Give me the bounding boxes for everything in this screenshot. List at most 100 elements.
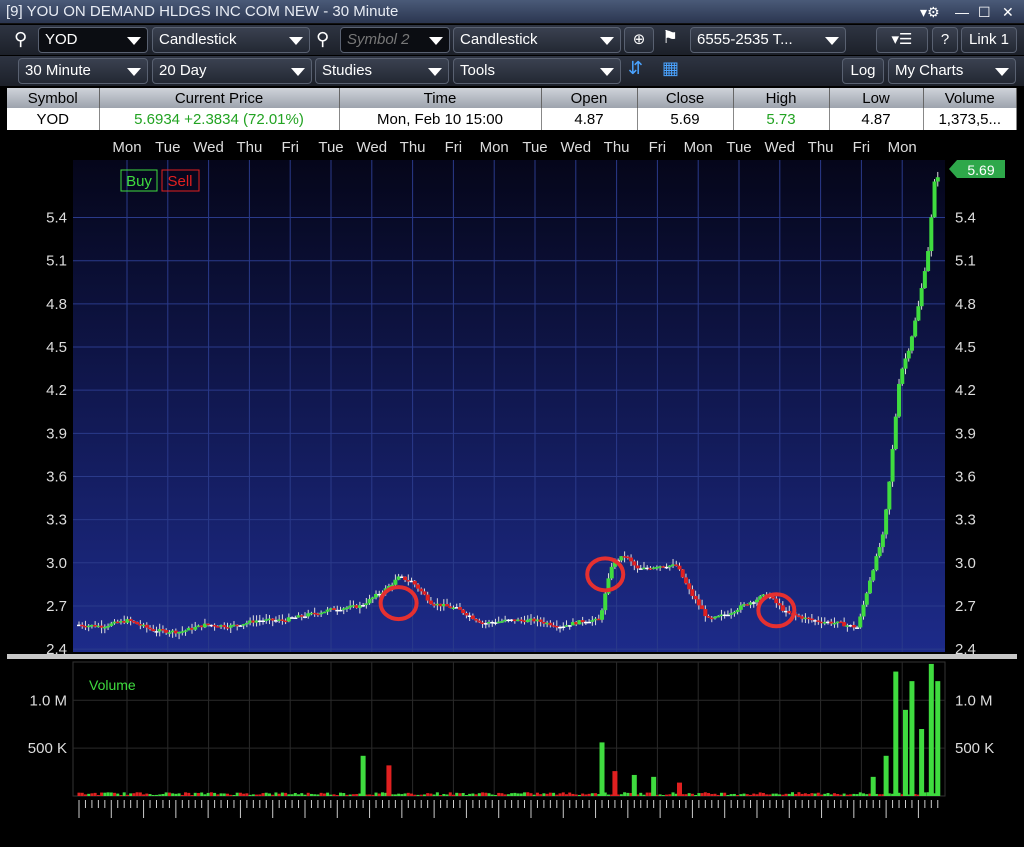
chart-panel[interactable]: Mon Tue Wed Thu Fri Tue Wed Thu Fri Mon Tue Wed Thu F… <box>7 132 1017 847</box>
day-label: Wed <box>357 139 388 156</box>
candle-body <box>880 534 885 548</box>
volume-bar <box>380 792 384 796</box>
interval-select[interactable]: 30 Minute <box>18 58 148 84</box>
log-scale-button[interactable]: Log <box>842 58 884 84</box>
tools-select[interactable]: Tools <box>453 58 621 84</box>
volume-bar <box>232 795 236 796</box>
zoom-icon[interactable]: ⊕ <box>624 27 654 53</box>
chart-svg[interactable]: Mon Tue Wed Thu Fri Tue Wed Thu Fri Mon Tue Wed Thu F… <box>7 132 1017 847</box>
volume-bar <box>100 792 104 796</box>
candle-body <box>771 596 776 599</box>
pane-splitter[interactable] <box>7 654 1017 659</box>
candle-body <box>706 616 711 618</box>
search-icon[interactable]: ⚲ <box>316 29 329 50</box>
header-close: Close <box>637 88 734 108</box>
volume-bar <box>216 794 220 796</box>
symbol2-select[interactable]: Symbol 2 <box>340 27 450 53</box>
volume-bar <box>313 794 317 796</box>
candle-body <box>871 570 876 581</box>
chart-type-select[interactable]: Candlestick <box>152 27 310 53</box>
day-label: Tue <box>522 139 547 156</box>
volume-bar <box>342 793 346 796</box>
volume-bar <box>164 792 168 796</box>
price-tick-label-left: 4.8 <box>46 296 67 313</box>
quote-low: 4.87 <box>829 108 924 130</box>
chevron-down-icon <box>291 68 305 76</box>
volume-bar <box>377 793 381 796</box>
volume-bar <box>526 792 530 796</box>
symbol-select[interactable]: YOD <box>38 27 148 53</box>
volume-bar <box>400 794 404 796</box>
candle-body <box>148 627 153 630</box>
volume-bar <box>842 793 846 796</box>
candle-body <box>370 597 375 599</box>
volume-bar <box>229 794 233 796</box>
studies-select[interactable]: Studies <box>315 58 449 84</box>
volume-bar-spike <box>919 729 925 796</box>
volume-bar <box>697 793 701 796</box>
volume-bar <box>574 794 578 796</box>
volume-bar <box>545 793 549 796</box>
volume-bar <box>645 792 649 796</box>
candle-body <box>293 617 298 620</box>
volume-bar <box>129 793 133 796</box>
volume-bar <box>826 793 830 796</box>
candle-body <box>738 605 743 610</box>
close-icon[interactable]: ✕ <box>1002 3 1014 21</box>
candle-body <box>909 336 914 351</box>
candle-body <box>590 620 595 622</box>
candle-body <box>874 556 879 571</box>
buy-label: Buy <box>126 173 152 190</box>
candle-body <box>913 320 918 337</box>
volume-bar-spike <box>883 755 889 796</box>
volume-bar <box>761 792 765 796</box>
candle-body <box>499 621 504 623</box>
volume-bar <box>203 794 207 796</box>
price-pane[interactable] <box>73 160 945 652</box>
candle-body <box>716 615 721 618</box>
volume-bar <box>539 794 543 796</box>
volume-bar <box>739 794 743 796</box>
header-time: Time <box>339 88 542 108</box>
help-button[interactable]: ? <box>932 27 958 53</box>
volume-bar <box>184 792 188 796</box>
volume-bar <box>771 793 775 796</box>
candle-body <box>680 569 685 578</box>
volume-bar <box>816 792 820 796</box>
vertical-zoom-icon[interactable]: ⇵ <box>628 58 643 79</box>
volume-bar <box>196 793 200 796</box>
candle-body <box>425 594 430 601</box>
range-select[interactable]: 20 Day <box>152 58 312 84</box>
candle-body <box>754 599 759 603</box>
candle-body <box>890 448 895 482</box>
volume-bar <box>245 793 249 796</box>
list-menu-icon[interactable]: ▾☰ <box>876 27 928 53</box>
candle-body <box>600 610 605 620</box>
chart-type-value: Candlestick <box>159 31 237 48</box>
maximize-icon[interactable]: ☐ <box>978 3 991 21</box>
volume-bar <box>590 793 594 796</box>
my-charts-select[interactable]: My Charts <box>888 58 1016 84</box>
candle-body <box>703 609 708 617</box>
volume-bar <box>410 793 414 796</box>
volume-bar <box>335 795 339 796</box>
link-button[interactable]: Link 1 <box>961 27 1017 53</box>
trade-flag-icon[interactable]: ⚑ <box>662 27 678 48</box>
volume-bar <box>736 795 740 796</box>
volume-bar <box>571 793 575 796</box>
volume-bar <box>326 792 330 796</box>
chart-type2-select[interactable]: Candlestick <box>453 27 621 53</box>
volume-bar <box>116 793 120 796</box>
last-price-label: 5.69 <box>967 162 994 178</box>
fit-screen-icon[interactable]: ▦ <box>662 58 679 79</box>
account-select[interactable]: 6555-2535 T... <box>690 27 846 53</box>
volume-bar-spike <box>893 671 899 796</box>
volume-bar <box>193 792 197 796</box>
candle-body <box>864 593 869 605</box>
volume-pane[interactable] <box>72 661 946 797</box>
volume-bar <box>206 792 210 796</box>
settings-menu-icon[interactable]: ▾⚙ <box>920 3 940 21</box>
search-icon[interactable]: ⚲ <box>14 29 27 50</box>
candle-body <box>474 618 479 621</box>
minimize-icon[interactable]: — <box>955 3 969 21</box>
